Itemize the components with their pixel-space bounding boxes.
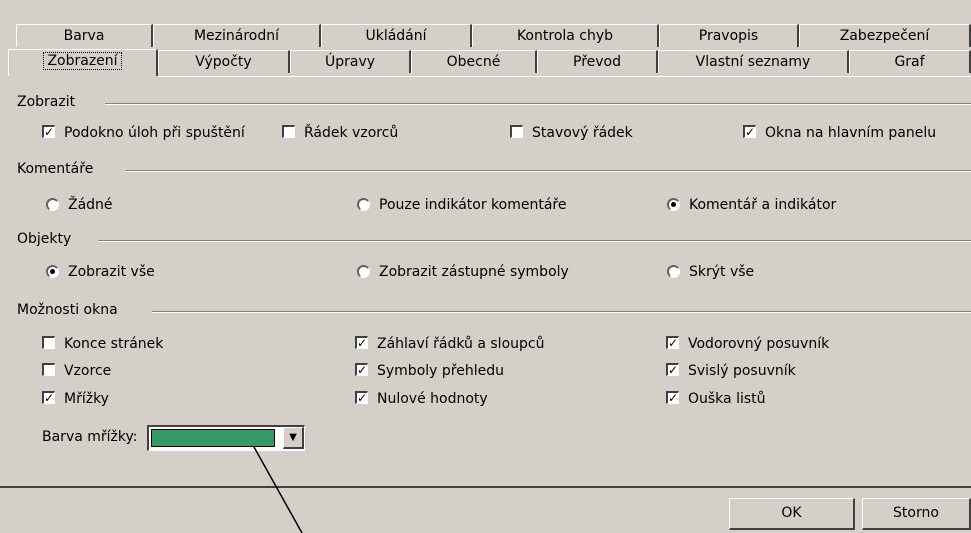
options-dialog: Barva Mezinárodní Ukládání Kontrola chyb…: [0, 0, 971, 533]
annotation-pointer-line: [253, 446, 303, 533]
